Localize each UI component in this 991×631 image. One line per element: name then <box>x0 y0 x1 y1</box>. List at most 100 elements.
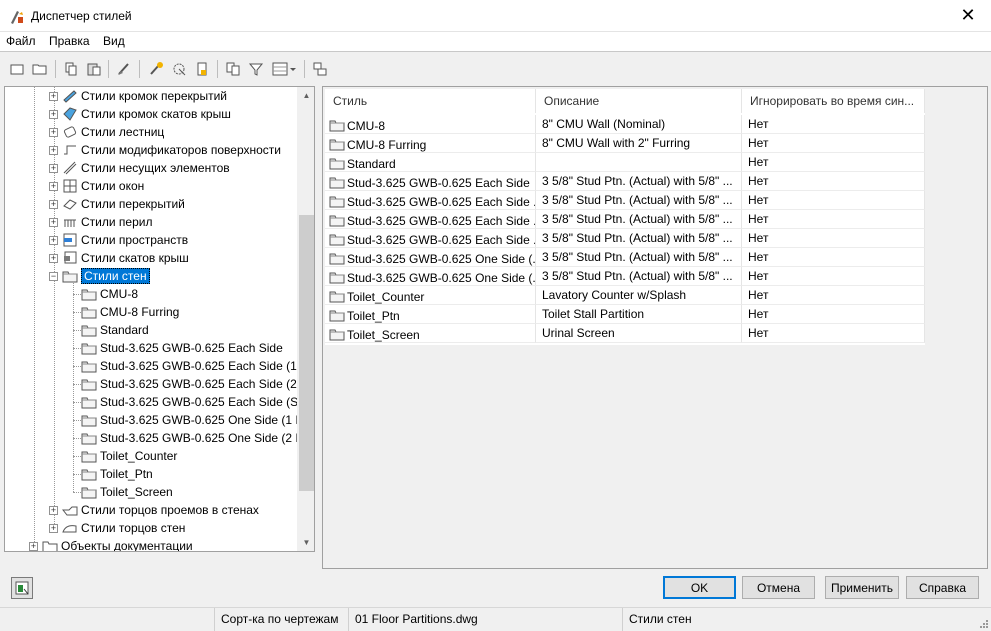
copy-button[interactable] <box>60 58 82 80</box>
tree-item-category[interactable]: + Стили окон <box>49 177 144 195</box>
style-name-text: Stud-3.625 GWB-0.625 One Side (... <box>347 271 536 285</box>
style-tree[interactable]: + Стили кромок перекрытий + Стили кромок ск… <box>4 86 315 552</box>
expand-toggle-icon[interactable]: + <box>29 541 38 551</box>
expand-toggle-icon[interactable]: + <box>49 109 58 119</box>
tree-item-category[interactable]: + Стили торцов стен <box>49 519 185 537</box>
table-row[interactable]: Standard Нет <box>325 153 925 172</box>
tree-item-category[interactable]: + Стили несущих элементов <box>49 159 230 177</box>
open-drawing-button[interactable] <box>29 58 51 80</box>
scroll-up-icon[interactable]: ▲ <box>298 87 314 104</box>
expand-toggle-icon[interactable]: + <box>49 199 58 209</box>
expand-toggle-icon[interactable]: + <box>49 235 58 245</box>
table-row[interactable]: Stud-3.625 GWB-0.625 Each Side ... 3 5/8"… <box>325 191 925 210</box>
status-sort-mode[interactable]: Сорт-ка по чертежам <box>214 608 348 631</box>
expand-toggle-icon[interactable]: + <box>49 127 58 137</box>
help-button[interactable]: Справка <box>906 576 979 599</box>
copy-icon <box>65 62 77 76</box>
compare-button[interactable] <box>222 58 244 80</box>
tree-item-wall-style[interactable]: Toilet_Counter <box>68 447 177 465</box>
expand-toggle-icon[interactable]: + <box>49 145 58 155</box>
close-window-button[interactable]: ✕ <box>945 0 991 31</box>
set-from-icon <box>173 63 186 76</box>
tree-item-category[interactable]: + Стили кромок скатов крыш <box>49 105 231 123</box>
style-folder-icon <box>329 326 345 342</box>
table-row[interactable]: Stud-3.625 GWB-0.625 Each Side ... 3 5/8"… <box>325 229 925 248</box>
tree-item-wall-style[interactable]: Stud-3.625 GWB-0.625 One Side (2 Ho <box>68 429 311 447</box>
cell-ignore-sync: Нет <box>742 248 925 267</box>
menu-file[interactable]: Файл <box>6 34 36 48</box>
tree-item-wall-style[interactable]: Standard <box>68 321 149 339</box>
new-drawing-button[interactable] <box>6 58 28 80</box>
purge-button[interactable] <box>113 58 135 80</box>
expand-toggle-icon[interactable]: + <box>49 181 58 191</box>
column-header-style[interactable]: Стиль <box>325 89 536 113</box>
toggle-view-button[interactable] <box>309 58 331 80</box>
tree-item-category[interactable]: + Стили перекрытий <box>49 195 185 213</box>
view-mode-dropdown[interactable] <box>269 58 299 80</box>
tree-item-wall-style[interactable]: Stud-3.625 GWB-0.625 Each Side (1 H <box>68 357 309 375</box>
tree-item-category[interactable]: + Стили модификаторов поверхности <box>49 141 281 159</box>
expand-toggle-icon[interactable]: − <box>49 271 58 281</box>
tree-item-wall-style[interactable]: Stud-3.625 GWB-0.625 Each Side <box>68 339 283 357</box>
table-row[interactable]: Stud-3.625 GWB-0.625 One Side (... 3 5/8"… <box>325 248 925 267</box>
tree-item-category[interactable]: + Стили торцов проемов в стенах <box>49 501 259 519</box>
tree-item-category[interactable]: + Стили лестниц <box>49 123 164 141</box>
table-row[interactable]: Stud-3.625 GWB-0.625 Each Side ... 3 5/8"… <box>325 210 925 229</box>
cell-description: Lavatory Counter w/Splash <box>536 286 742 305</box>
edit-style-icon <box>150 62 163 75</box>
expand-toggle-icon[interactable]: + <box>49 91 58 101</box>
tree-item-category[interactable]: + Стили скатов крыш <box>49 249 189 267</box>
tree-item-label: Stud-3.625 GWB-0.625 Each Side (2 H <box>100 377 309 391</box>
tree-item-wall-style[interactable]: CMU-8 Furring <box>68 303 179 321</box>
style-folder-icon <box>81 340 97 356</box>
table-row[interactable]: Toilet_Counter Lavatory Counter w/Splash Н… <box>325 286 925 305</box>
tree-item-wall-style[interactable]: CMU-8 <box>68 285 138 303</box>
tree-item-category[interactable]: + Стили пространств <box>49 231 188 249</box>
table-row[interactable]: Stud-3.625 GWB-0.625 Each Side 3 5/8" Stu… <box>325 172 925 191</box>
toggle-view-icon <box>313 62 327 76</box>
expand-toggle-icon[interactable]: + <box>49 505 58 515</box>
tree-item-wall-style[interactable]: Stud-3.625 GWB-0.625 One Side (1 Ho <box>68 411 311 429</box>
menu-edit[interactable]: Правка <box>49 34 90 48</box>
column-header-ignore-sync[interactable]: Игнорировать во время син... <box>742 89 925 113</box>
expand-toggle-icon[interactable]: + <box>49 253 58 263</box>
set-from-button[interactable] <box>168 58 190 80</box>
expand-toggle-icon[interactable]: + <box>49 163 58 173</box>
import-button[interactable] <box>191 58 213 80</box>
tree-item-wall-styles[interactable]: − Стили стен <box>49 267 150 285</box>
tree-item-category[interactable]: + Стили кромок перекрытий <box>49 87 227 105</box>
apply-button[interactable]: Применить <box>825 576 899 599</box>
column-header-description[interactable]: Описание <box>536 89 742 113</box>
purge-icon <box>118 63 129 75</box>
menu-view[interactable]: Вид <box>103 34 125 48</box>
style-folder-icon <box>81 412 97 428</box>
style-folder-icon <box>81 448 97 464</box>
table-row[interactable]: Toilet_Ptn Toilet Stall Partition Нет <box>325 305 925 324</box>
tree-item-documentation-objects[interactable]: + Объекты документации <box>29 537 193 551</box>
table-row[interactable]: CMU-8 8" CMU Wall (Nominal) Нет <box>325 115 925 134</box>
expand-toggle-icon[interactable]: + <box>49 523 58 533</box>
expand-toggle-icon[interactable]: + <box>49 217 58 227</box>
tree-vertical-scrollbar[interactable]: ▲ ▼ <box>297 87 314 551</box>
ok-button[interactable]: OK <box>663 576 736 599</box>
table-row[interactable]: Toilet_Screen Urinal Screen Нет <box>325 324 925 343</box>
tree-item-wall-style[interactable]: Stud-3.625 GWB-0.625 Each Side (Sof <box>68 393 308 411</box>
table-row[interactable]: Stud-3.625 GWB-0.625 One Side (... 3 5/8"… <box>325 267 925 286</box>
tree-item-label: Стили торцов стен <box>81 521 186 535</box>
edit-style-button[interactable] <box>145 58 167 80</box>
style-list[interactable]: Стиль Описание Игнорировать во время син… <box>322 86 988 569</box>
style-folder-icon <box>329 231 345 247</box>
scroll-thumb[interactable] <box>299 215 314 491</box>
tree-item-category[interactable]: + Стили перил <box>49 213 152 231</box>
filter-button[interactable] <box>245 58 267 80</box>
style-folder-icon <box>329 250 345 266</box>
resize-grip-icon[interactable] <box>979 619 989 629</box>
cancel-button[interactable]: Отмена <box>742 576 815 599</box>
table-row[interactable]: CMU-8 Furring 8" CMU Wall with 2" Furring… <box>325 134 925 153</box>
paste-button[interactable] <box>83 58 105 80</box>
tree-item-wall-style[interactable]: Stud-3.625 GWB-0.625 Each Side (2 H <box>68 375 309 393</box>
tree-item-wall-style[interactable]: Toilet_Ptn <box>68 465 153 483</box>
tree-item-wall-style[interactable]: Toilet_Screen <box>68 483 173 501</box>
toggle-panel-button[interactable] <box>11 577 33 599</box>
scroll-down-icon[interactable]: ▼ <box>298 534 314 551</box>
